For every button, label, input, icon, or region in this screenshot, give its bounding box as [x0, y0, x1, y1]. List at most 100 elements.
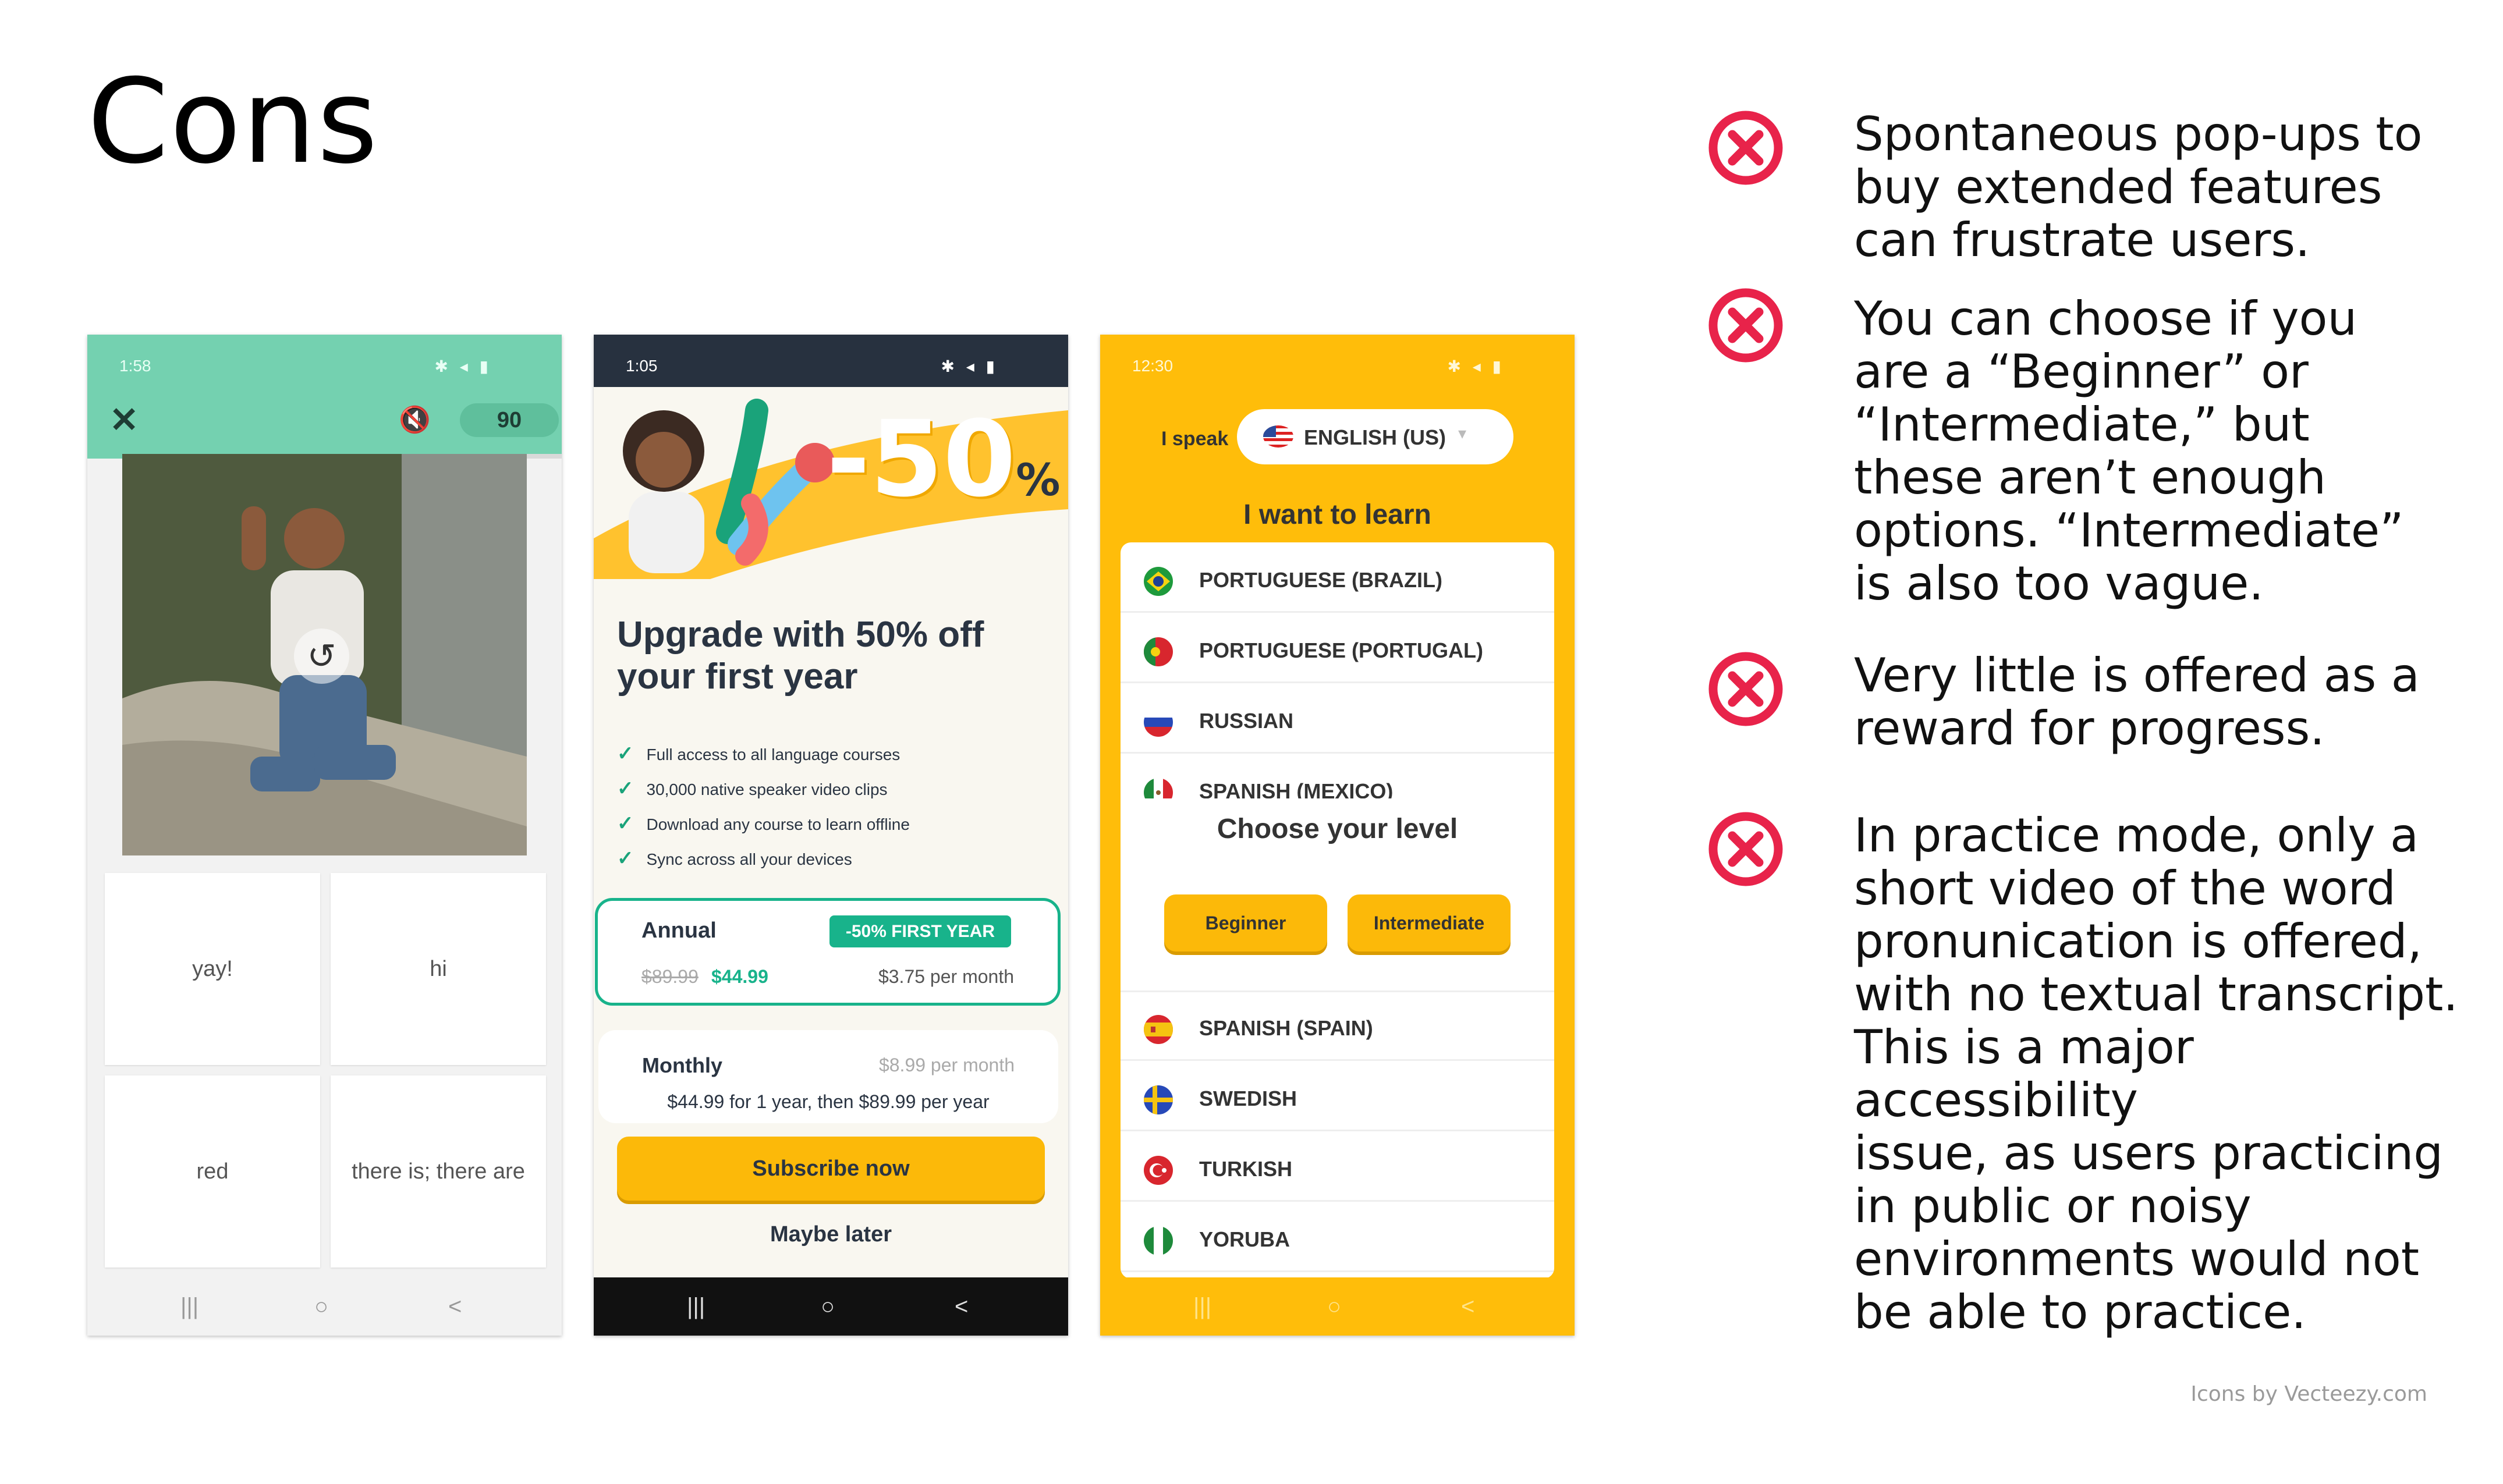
status-time: 12:30 [1132, 357, 1173, 375]
lesson-topbar: ✕ 🔇 90 [87, 387, 562, 454]
feature-item: ✓ Sync across all your devices [617, 841, 1048, 876]
con-text: Spontaneous pop-ups to buy extended feat… [1854, 107, 2423, 267]
promo-discount: -50 [827, 399, 1016, 520]
monthly-plan-option[interactable]: Monthly $8.99 per month $44.99 for 1 yea… [598, 1030, 1058, 1123]
sale-price: $44.99 [711, 966, 768, 987]
old-price: $89.99 [641, 966, 699, 987]
status-bar: 1:58 ✱ ◂ ▮ [87, 335, 562, 387]
upgrade-headline: Upgrade with 50% off your first year [617, 615, 984, 697]
speak-language-label: ENGLISH (US) [1304, 425, 1447, 449]
plan-name: Monthly [642, 1053, 722, 1077]
android-navbar: ||| ○ < [1100, 1277, 1575, 1336]
language-label: TURKISH [1199, 1157, 1292, 1181]
us-flag-icon [1263, 425, 1293, 448]
home-icon[interactable]: ○ [821, 1294, 835, 1320]
check-icon: ✓ [617, 743, 634, 765]
pronunciation-video[interactable]: ↺ [122, 454, 527, 855]
feature-text: Sync across all your devices [646, 850, 852, 868]
promo-percent: % [1016, 454, 1061, 506]
i-speak-label: I speak [1161, 428, 1229, 450]
language-row[interactable]: PORTUGUESE (BRAZIL) [1121, 542, 1554, 613]
intermediate-button[interactable]: Intermediate [1348, 894, 1511, 952]
x-circle-icon [1708, 652, 1783, 726]
recent-apps-icon[interactable]: ||| [687, 1294, 705, 1320]
answer-choice[interactable]: yay! [105, 873, 320, 1065]
status-time: 1:05 [626, 357, 658, 375]
x-circle-icon [1708, 288, 1783, 363]
per-month-price: $8.99 per month [878, 1055, 1015, 1075]
practice-screen: 1:58 ✱ ◂ ▮ ✕ 🔇 90 ↺ yay! hi red there is… [87, 335, 562, 1336]
feature-text: Full access to all language courses [646, 745, 900, 764]
recent-apps-icon[interactable]: ||| [180, 1294, 198, 1320]
score-badge: 90 [460, 403, 559, 437]
home-icon[interactable]: ○ [314, 1294, 328, 1320]
x-circle-icon [1708, 111, 1783, 185]
close-icon[interactable]: ✕ [109, 400, 139, 441]
back-icon[interactable]: < [448, 1294, 462, 1320]
language-label: SPANISH (SPAIN) [1199, 1016, 1373, 1040]
chevron-down-icon: ▾ [1458, 424, 1467, 442]
language-row[interactable]: TURKISH [1121, 1131, 1554, 1202]
want-to-learn-heading: I want to learn [1243, 499, 1431, 530]
slide-title: Cons [87, 54, 379, 190]
x-circle-icon [1708, 812, 1783, 886]
language-row[interactable]: RUSSIAN [1121, 683, 1554, 754]
level-selector: Choose your level Beginner Intermediate [1121, 798, 1554, 992]
status-icons: ✱ ◂ ▮ [434, 357, 492, 375]
per-month-price: $3.75 per month [878, 966, 1014, 987]
status-bar: 1:05 ✱ ◂ ▮ [594, 335, 1068, 387]
status-time: 1:58 [119, 357, 151, 375]
language-row[interactable]: YORUBA [1121, 1202, 1554, 1272]
subscribe-button[interactable]: Subscribe now [617, 1137, 1045, 1201]
language-label: RUSSIAN [1199, 709, 1294, 733]
answer-choice[interactable]: hi [331, 873, 546, 1065]
speak-language-dropdown[interactable]: ENGLISH (US) ▾ [1237, 409, 1513, 464]
annual-plan-option[interactable]: Annual -50% FIRST YEAR $89.99 $44.99 $3.… [595, 898, 1061, 1006]
plan-name: Annual [641, 918, 717, 943]
feature-item: ✓ Download any course to learn offline [617, 806, 1048, 841]
back-icon[interactable]: < [955, 1294, 968, 1320]
plan-terms: $44.99 for 1 year, then $89.99 per year [667, 1091, 990, 1112]
check-icon: ✓ [617, 812, 634, 835]
con-text: You can choose if you are a “Beginner” o… [1854, 292, 2404, 610]
home-icon[interactable]: ○ [1327, 1294, 1341, 1320]
android-navbar: ||| ○ < [594, 1277, 1068, 1336]
language-row[interactable]: SPANISH (SPAIN) [1121, 990, 1554, 1061]
upgrade-screen: 1:05 ✱ ◂ ▮ -50% Upgrade with 50% off you… [594, 335, 1068, 1336]
con-text: Very little is offered as a reward for p… [1854, 648, 2420, 755]
language-list: PORTUGUESE (BRAZIL) PORTUGUESE (PORTUGAL… [1121, 542, 1554, 1279]
status-icons: ✱ ◂ ▮ [1447, 357, 1505, 375]
discount-badge: -50% FIRST YEAR [829, 915, 1011, 947]
language-label: YORUBA [1199, 1227, 1291, 1251]
spain-flag-icon [1144, 1015, 1173, 1044]
brazil-flag-icon [1144, 567, 1173, 596]
beginner-button[interactable]: Beginner [1164, 894, 1327, 952]
answer-choice[interactable]: there is; there are [331, 1075, 546, 1268]
language-row[interactable]: SWEDISH [1121, 1061, 1554, 1131]
recent-apps-icon[interactable]: ||| [1193, 1294, 1211, 1320]
check-icon: ✓ [617, 777, 634, 800]
icon-credit: Icons by Vecteezy.com [2190, 1382, 2427, 1406]
back-icon[interactable]: < [1461, 1294, 1474, 1320]
status-bar: 12:30 ✱ ◂ ▮ [1100, 335, 1575, 387]
con-text: In practice mode, only a short video of … [1854, 808, 2458, 1339]
status-icons: ✱ ◂ ▮ [941, 357, 998, 375]
choose-level-heading: Choose your level [1217, 814, 1458, 844]
russia-flag-icon [1144, 708, 1173, 737]
language-label: SWEDISH [1199, 1087, 1297, 1110]
language-select-screen: 12:30 ✱ ◂ ▮ I speak ENGLISH (US) ▾ I wan… [1100, 335, 1575, 1336]
promo-banner: -50% [594, 387, 1068, 579]
replay-icon[interactable]: ↺ [294, 629, 349, 684]
android-navbar: ||| ○ < [87, 1277, 562, 1336]
mute-icon[interactable]: 🔇 [399, 404, 431, 435]
language-label: PORTUGUESE (PORTUGAL) [1199, 638, 1484, 662]
sweden-flag-icon [1144, 1085, 1173, 1114]
check-icon: ✓ [617, 847, 634, 869]
nigeria-flag-icon [1144, 1226, 1173, 1255]
feature-item: ✓ 30,000 native speaker video clips [617, 771, 1048, 806]
maybe-later-button[interactable]: Maybe later [594, 1222, 1068, 1247]
feature-text: Download any course to learn offline [646, 815, 910, 833]
answer-choice[interactable]: red [105, 1075, 320, 1268]
language-row[interactable]: PORTUGUESE (PORTUGAL) [1121, 613, 1554, 683]
portugal-flag-icon [1144, 637, 1173, 666]
